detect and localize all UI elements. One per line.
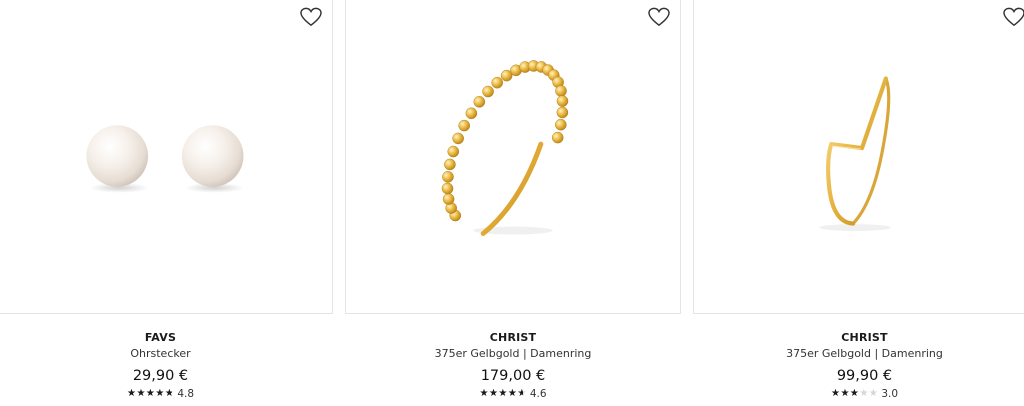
ring-bead bbox=[555, 118, 567, 131]
product-brand: CHRIST bbox=[841, 331, 888, 344]
rating-score: 3.0 bbox=[881, 388, 899, 400]
ring-bead bbox=[444, 158, 456, 171]
product-info: CHRIST 375er Gelbgold | Damenring 179,00… bbox=[345, 330, 681, 401]
ring-bead bbox=[556, 95, 569, 107]
ring-bead bbox=[458, 119, 470, 132]
product-price: 99,90 € bbox=[836, 368, 893, 384]
product-price: 29,90 € bbox=[132, 368, 189, 384]
product-name[interactable]: 375er Gelbgold | Damenring bbox=[345, 346, 681, 362]
pearl-earrings-image[interactable] bbox=[0, 0, 332, 313]
product-name[interactable]: Ohrstecker bbox=[0, 346, 333, 362]
rating-stars-filled: ★★★★★ bbox=[830, 388, 860, 399]
product-card[interactable]: CHRIST 375er Gelbgold | Damenring 179,00… bbox=[345, 0, 681, 406]
chevron-gold-ring-image[interactable] bbox=[694, 0, 1024, 313]
product-image-box[interactable] bbox=[0, 0, 333, 314]
ring-bead bbox=[556, 106, 569, 119]
ring-bead bbox=[452, 132, 464, 145]
product-brand: FAVS bbox=[144, 331, 177, 344]
product-rating: ★★★★★ ★★★★★ 4.8 bbox=[0, 387, 333, 401]
rating-score: 4.6 bbox=[529, 388, 547, 400]
product-info: FAVS Ohrstecker 29,90 € ★★★★★ ★★★★★ 4.8 bbox=[0, 330, 333, 401]
ring-bead bbox=[482, 85, 494, 98]
product-card[interactable]: CHRIST 375er Gelbgold | Damenring 99,90 … bbox=[693, 0, 1024, 406]
ring-bead bbox=[555, 85, 567, 97]
product-name[interactable]: 375er Gelbgold | Damenring bbox=[693, 346, 1024, 362]
rating-stars: ★★★★★ ★★★★★ bbox=[479, 387, 526, 401]
heart-outline-icon[interactable] bbox=[300, 7, 322, 27]
rating-stars: ★★★★★ ★★★★★ bbox=[127, 387, 174, 401]
ring-bead bbox=[491, 76, 503, 89]
product-brand: CHRIST bbox=[489, 331, 537, 344]
rating-stars: ★★★★★ ★★★★★ bbox=[831, 387, 878, 401]
ring-bead bbox=[442, 193, 455, 205]
ring-bead bbox=[551, 131, 564, 144]
rating-stars-filled: ★★★★★ bbox=[479, 388, 524, 399]
product-image-box[interactable] bbox=[345, 0, 681, 314]
heart-outline-icon[interactable] bbox=[648, 7, 670, 27]
beaded-gold-ring-image[interactable] bbox=[346, 0, 680, 313]
product-rating: ★★★★★ ★★★★★ 4.6 bbox=[345, 387, 681, 401]
product-card[interactable]: FAVS Ohrstecker 29,90 € ★★★★★ ★★★★★ 4.8 bbox=[0, 0, 333, 406]
product-grid: FAVS Ohrstecker 29,90 € ★★★★★ ★★★★★ 4.8 bbox=[0, 0, 1024, 406]
ring-bead bbox=[473, 96, 486, 108]
ring-bead bbox=[447, 145, 460, 158]
product-price: 179,00 € bbox=[480, 368, 546, 384]
rating-stars-filled: ★★★★★ bbox=[126, 388, 173, 399]
ring-bead bbox=[441, 182, 454, 195]
ring-bead bbox=[465, 107, 478, 120]
product-info: CHRIST 375er Gelbgold | Damenring 99,90 … bbox=[693, 330, 1024, 401]
product-image-box[interactable] bbox=[693, 0, 1024, 314]
heart-outline-icon[interactable] bbox=[1003, 7, 1024, 27]
product-rating: ★★★★★ ★★★★★ 3.0 bbox=[693, 387, 1024, 401]
ring-bead bbox=[442, 171, 454, 183]
rating-score: 4.8 bbox=[177, 388, 195, 400]
